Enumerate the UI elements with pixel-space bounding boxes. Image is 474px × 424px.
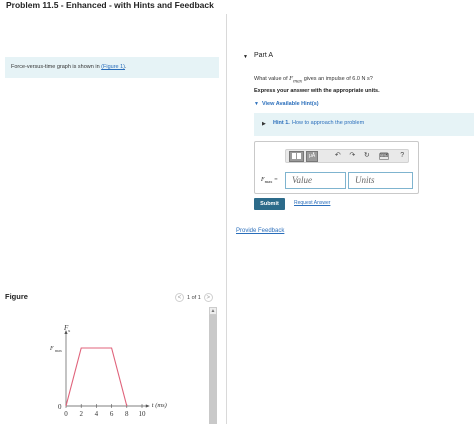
keyboard-icon[interactable]: ⌨ [378, 152, 389, 160]
hint-title: How to approach the problem [292, 120, 365, 126]
instruction-text: Express your answer with the appropriate… [254, 88, 380, 94]
question-var: Fmax [289, 75, 303, 85]
units-input[interactable]: Units [348, 172, 413, 189]
x-tick-label: 4 [95, 410, 99, 418]
problem-intro: Force-versus-time graph is shown in (Fig… [5, 57, 219, 78]
answer-box: μÅ ↶ ↷ ↻ ⌨ ? Fmax = Value Units [254, 141, 419, 194]
y-axis-label-sub: x [68, 328, 71, 333]
triangle-down-icon: ▼ [254, 101, 259, 107]
x-axis-arrow-icon [145, 404, 150, 408]
origin-label: 0 [58, 403, 62, 411]
reset-icon[interactable]: ↻ [361, 151, 373, 162]
provide-feedback-link[interactable]: Provide Feedback [236, 228, 284, 234]
request-answer-link[interactable]: Request Answer [294, 200, 330, 206]
y-tick-label-sub: max [55, 348, 62, 353]
triangle-right-icon: ▶ [262, 121, 266, 127]
y-tick-label: F [49, 346, 54, 352]
x-tick-label: 2 [79, 410, 83, 418]
hint-1-row[interactable]: ▶ Hint 1. How to approach the problem [254, 113, 474, 136]
question-text: What value of Fmax gives an impulse of 6… [254, 75, 373, 84]
figure-pager: < 1 of 1 > [175, 293, 213, 302]
answer-variable-label: Fmax = [261, 177, 278, 184]
value-input[interactable]: Value [285, 172, 346, 189]
scroll-up-arrow-icon[interactable]: ▲ [209, 307, 217, 315]
force-time-graph: 0 2 4 6 8 100 t (ms)F xF max [49, 324, 167, 418]
x-tick-label: 10 [139, 410, 147, 418]
submit-button[interactable]: Submit [254, 198, 285, 210]
part-collapse-icon[interactable]: ▼ [243, 54, 248, 60]
x-tick-label: 8 [125, 410, 129, 418]
redo-icon[interactable]: ↷ [347, 151, 359, 162]
intro-after: . [125, 64, 127, 70]
part-label[interactable]: Part A [254, 52, 273, 59]
figure-scrollbar[interactable] [209, 307, 217, 424]
intro-text: Force-versus-time graph is shown in [11, 64, 102, 70]
view-hints-link[interactable]: ▼ View Available Hint(s) [254, 101, 319, 107]
undo-icon[interactable]: ↶ [332, 151, 344, 162]
question-pre: What value of [254, 76, 290, 82]
figure-link[interactable]: (Figure 1) [101, 64, 125, 70]
x-tick-label: 0 [64, 410, 68, 418]
page-title: Problem 11.5 - Enhanced - with Hints and… [6, 0, 214, 10]
figure-count: 1 of 1 [187, 294, 201, 301]
chevron-right-icon[interactable]: > [203, 293, 213, 302]
series-line [65, 347, 128, 407]
figure-heading: Figure [5, 292, 28, 301]
hint-number: Hint 1. [273, 120, 290, 126]
units-template-button[interactable]: μÅ [306, 150, 318, 162]
x-axis-label: t (ms) [152, 402, 167, 409]
template-icon[interactable] [289, 150, 305, 162]
question-var-sub: max [293, 78, 303, 85]
view-hints-label: View Available Hint(s) [261, 101, 319, 107]
chevron-left-icon[interactable]: < [175, 293, 184, 302]
help-icon[interactable]: ? [397, 151, 409, 162]
answer-eq: = [272, 177, 278, 183]
equation-toolbar: μÅ ↶ ↷ ↻ ⌨ ? [285, 149, 409, 163]
x-tick-label: 6 [110, 410, 114, 418]
question-post: gives an impulse of 6.0 N s? [302, 76, 373, 82]
